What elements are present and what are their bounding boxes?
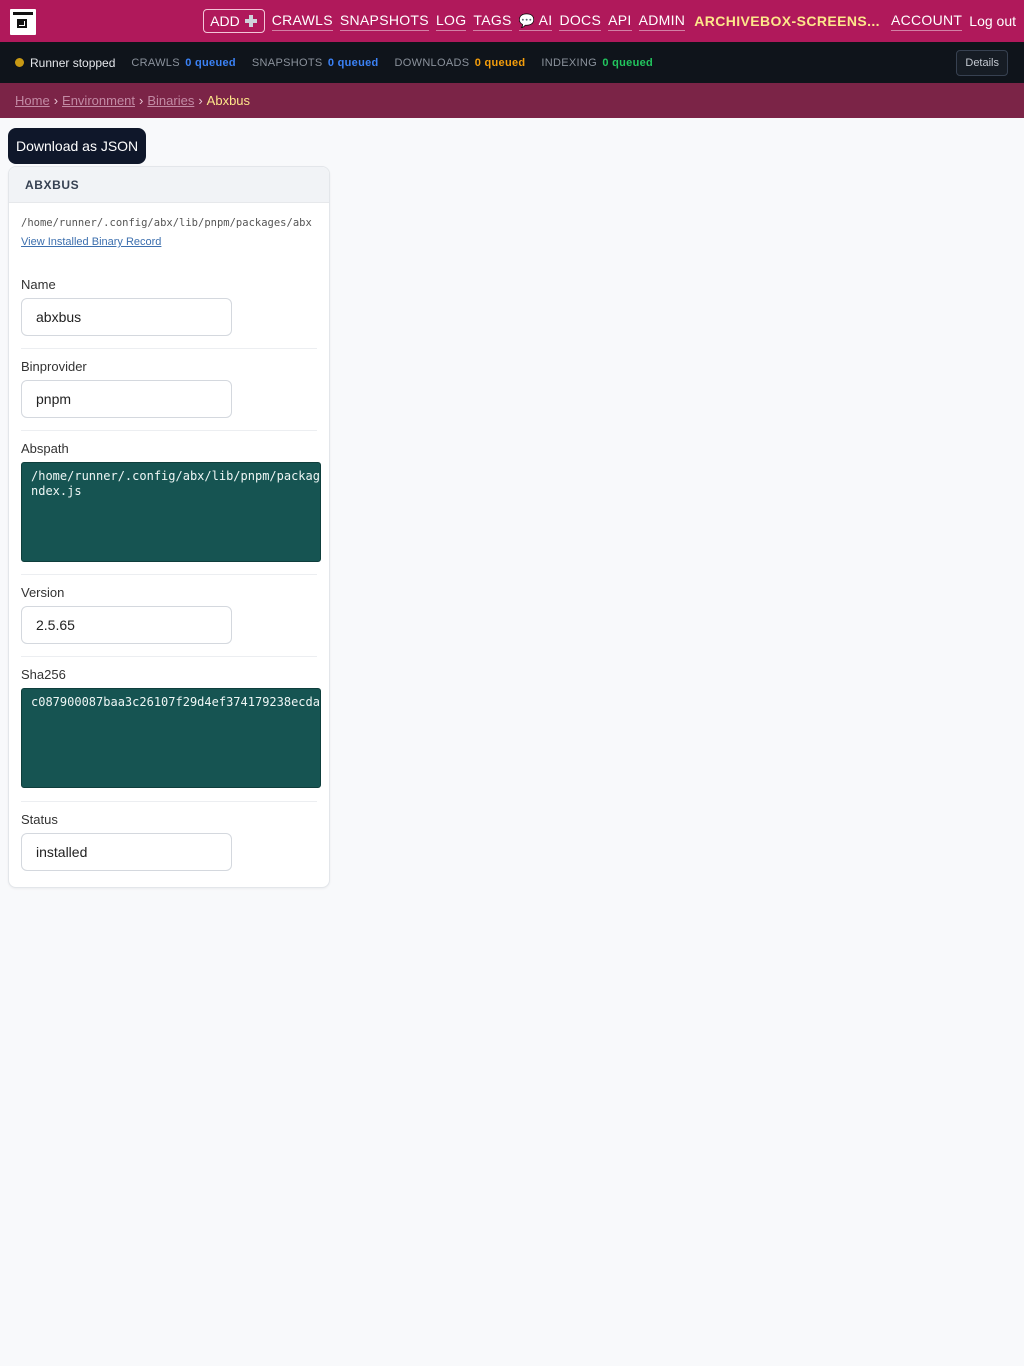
breadcrumb: Home › Environment › Binaries › Abxbus xyxy=(0,83,1024,118)
indexing-stat: INDEXING 0 queued xyxy=(541,56,654,69)
breadcrumb-binaries[interactable]: Binaries xyxy=(147,93,194,108)
binprovider-label: Binprovider xyxy=(21,359,87,374)
view-installed-record-link[interactable]: View Installed Binary Record xyxy=(21,236,161,248)
nav-tags[interactable]: TAGS xyxy=(473,12,512,31)
details-button[interactable]: Details xyxy=(956,50,1008,76)
name-field[interactable]: abxbus xyxy=(21,298,232,336)
instance-name[interactable]: ARCHIVEBOX-SCREENS... xyxy=(694,13,880,29)
version-label: Version xyxy=(21,585,65,600)
divider xyxy=(21,574,317,575)
breadcrumb-separator: › xyxy=(53,93,59,108)
runner-status-dot-icon xyxy=(15,58,24,67)
crawls-stat: CRAWLS 0 queued xyxy=(131,56,236,69)
breadcrumb-environment[interactable]: Environment xyxy=(62,93,135,108)
abspath-label: Abspath xyxy=(21,441,69,456)
nav-ai-label: AI xyxy=(538,11,553,28)
top-nav: ADD CRAWLS SNAPSHOTS LOG TAGS 💬 AI DOCS … xyxy=(0,0,1024,42)
divider xyxy=(21,656,317,657)
divider xyxy=(21,430,317,431)
nav-links: ADD CRAWLS SNAPSHOTS LOG TAGS 💬 AI DOCS … xyxy=(203,0,1016,42)
binary-path: /home/runner/.config/abx/lib/pnpm/packag… xyxy=(21,217,312,229)
name-label: Name xyxy=(21,277,56,292)
sha256-label: Sha256 xyxy=(21,667,66,682)
abspath-textarea[interactable]: /home/runner/.config/abx/lib/pnpm/packag… xyxy=(21,462,321,562)
nav-admin[interactable]: ADMIN xyxy=(638,12,686,31)
snapshots-stat: SNAPSHOTS 0 queued xyxy=(251,56,379,69)
add-label: ADD xyxy=(210,13,240,29)
chat-bubble-icon: 💬 xyxy=(518,12,536,28)
binprovider-field[interactable]: pnpm xyxy=(21,380,232,418)
divider xyxy=(21,801,317,802)
nav-log[interactable]: LOG xyxy=(435,12,467,31)
download-json-button[interactable]: Download as JSON xyxy=(8,128,147,164)
sha256-textarea[interactable]: c087900087baa3c26107f29d4ef374179238ecda xyxy=(21,688,321,788)
downloads-stat: DOWNLOADS 0 queued xyxy=(394,56,526,69)
status-label: Status xyxy=(21,812,58,827)
runner-status: Runner stopped xyxy=(30,55,116,70)
binary-detail-card: ABXBUS /home/runner/.config/abx/lib/pnpm… xyxy=(8,166,330,888)
nav-crawls[interactable]: CRAWLS xyxy=(271,12,333,31)
nav-ai[interactable]: 💬 AI xyxy=(518,11,553,31)
nav-api[interactable]: API xyxy=(608,12,632,31)
archivebox-logo-icon[interactable] xyxy=(10,9,36,35)
nav-docs[interactable]: DOCS xyxy=(559,12,602,31)
divider xyxy=(21,348,317,349)
card-title: ABXBUS xyxy=(9,167,329,203)
breadcrumb-separator: › xyxy=(139,93,144,108)
status-bar: Runner stopped CRAWLS 0 queued SNAPSHOTS… xyxy=(0,42,1024,83)
breadcrumb-home[interactable]: Home xyxy=(15,93,50,108)
status-field[interactable]: installed xyxy=(21,833,232,871)
version-field[interactable]: 2.5.65 xyxy=(21,606,232,644)
nav-account[interactable]: ACCOUNT xyxy=(890,12,963,31)
add-button[interactable]: ADD xyxy=(203,9,265,33)
plus-icon xyxy=(244,14,258,28)
logout-link[interactable]: Log out xyxy=(969,13,1016,29)
nav-snapshots[interactable]: SNAPSHOTS xyxy=(339,12,429,31)
breadcrumb-separator: › xyxy=(198,93,203,108)
breadcrumb-current: Abxbus xyxy=(206,93,251,108)
